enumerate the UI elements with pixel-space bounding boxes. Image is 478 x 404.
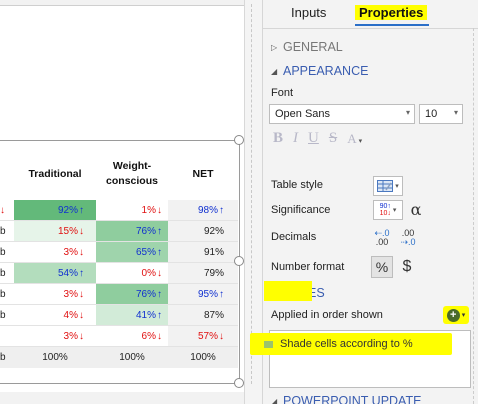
active-tab-indicator <box>355 24 429 26</box>
section-general-label: GENERAL <box>283 40 343 54</box>
bold-button[interactable]: B <box>273 130 283 147</box>
chevron-down-icon: ▾ <box>405 108 410 117</box>
increase-decimals-button[interactable]: ⇠.0 .00 <box>371 228 393 248</box>
canvas-top-bar <box>0 0 244 6</box>
section-appearance-label: APPEARANCE <box>283 64 369 78</box>
arrow-right-icon: ⇢.0 <box>400 237 416 247</box>
tab-inputs[interactable]: Inputs <box>291 5 326 20</box>
properties-panel: Inputs Properties ▷ GENERAL ◢ APPEARANCE… <box>250 0 478 404</box>
table-style-button[interactable]: ▾ <box>373 176 403 196</box>
panel-scrollbar[interactable] <box>473 28 478 404</box>
table-selection-frame <box>0 140 240 384</box>
strikethrough-button[interactable]: S <box>329 130 337 147</box>
italic-button[interactable]: I <box>293 130 298 147</box>
chevron-down-icon: ▾ <box>395 183 399 190</box>
chevron-down-icon: ▾ <box>461 312 466 319</box>
section-powerpoint-update-label: POWERPOINT UPDATE <box>283 394 422 404</box>
tab-divider <box>263 28 478 29</box>
expanded-triangle-icon: ◢ <box>271 396 278 404</box>
rules-applied-label: Applied in order shown <box>271 309 383 321</box>
font-label: Font <box>271 87 294 99</box>
font-family-select[interactable]: Open Sans ▾ <box>269 104 415 124</box>
alpha-button[interactable]: α <box>405 198 427 220</box>
rule-color-swatch <box>264 341 273 348</box>
rule-item-label: Shade cells according to % <box>280 338 413 350</box>
rules-list: Shade cells according to % <box>250 330 471 388</box>
panel-tabs: Inputs Properties <box>263 0 478 28</box>
font-size-value: 10 <box>425 108 438 120</box>
rules-highlight <box>264 281 312 301</box>
collapsed-triangle-icon: ▷ <box>271 42 278 52</box>
rule-item[interactable]: Shade cells according to % <box>250 333 452 355</box>
plus-circle-icon: + <box>446 308 460 322</box>
text-format-toolbar: B I U S A ▾ <box>273 130 362 147</box>
significance-button[interactable]: 90↑ 10↓ ▾ <box>373 200 403 220</box>
resize-handle-bottom-right[interactable] <box>234 378 244 388</box>
chevron-down-icon: ▾ <box>453 108 458 117</box>
section-appearance[interactable]: ◢ APPEARANCE <box>271 64 368 78</box>
font-color-button[interactable]: A ▾ <box>347 131 362 147</box>
number-format-label: Number format <box>271 261 345 273</box>
tab-properties[interactable]: Properties <box>355 5 428 20</box>
resize-handle-right[interactable] <box>234 256 244 266</box>
section-general[interactable]: ▷ GENERAL <box>271 40 343 54</box>
resize-handle-top-right[interactable] <box>234 135 244 145</box>
font-size-select[interactable]: 10 ▾ <box>419 104 463 124</box>
canvas-scroll-track <box>251 4 257 384</box>
section-powerpoint-update[interactable]: ◢ POWERPOINT UPDATE <box>271 394 421 404</box>
underline-button[interactable]: U <box>308 130 319 147</box>
currency-format-button[interactable]: $ <box>397 256 417 278</box>
table-style-label: Table style <box>271 179 323 191</box>
table-style-icon <box>377 180 394 192</box>
add-rule-button[interactable]: + ▾ <box>443 306 469 324</box>
decimals-label: Decimals <box>271 231 317 243</box>
font-family-value: Open Sans <box>275 108 331 120</box>
chevron-down-icon: ▾ <box>392 206 397 214</box>
decrease-decimals-button[interactable]: .00 ⇢.0 <box>397 228 419 248</box>
expanded-triangle-icon: ◢ <box>271 66 278 76</box>
canvas-bottom-bar <box>0 392 262 404</box>
significance-label: Significance <box>271 204 331 216</box>
report-canvas[interactable]: Traditional Weight-conscious NET ↓ 92% ↑ 1%… <box>0 0 262 404</box>
significance-icon: 90↑ 10↓ <box>379 203 391 217</box>
percent-format-button[interactable]: % <box>371 256 393 278</box>
